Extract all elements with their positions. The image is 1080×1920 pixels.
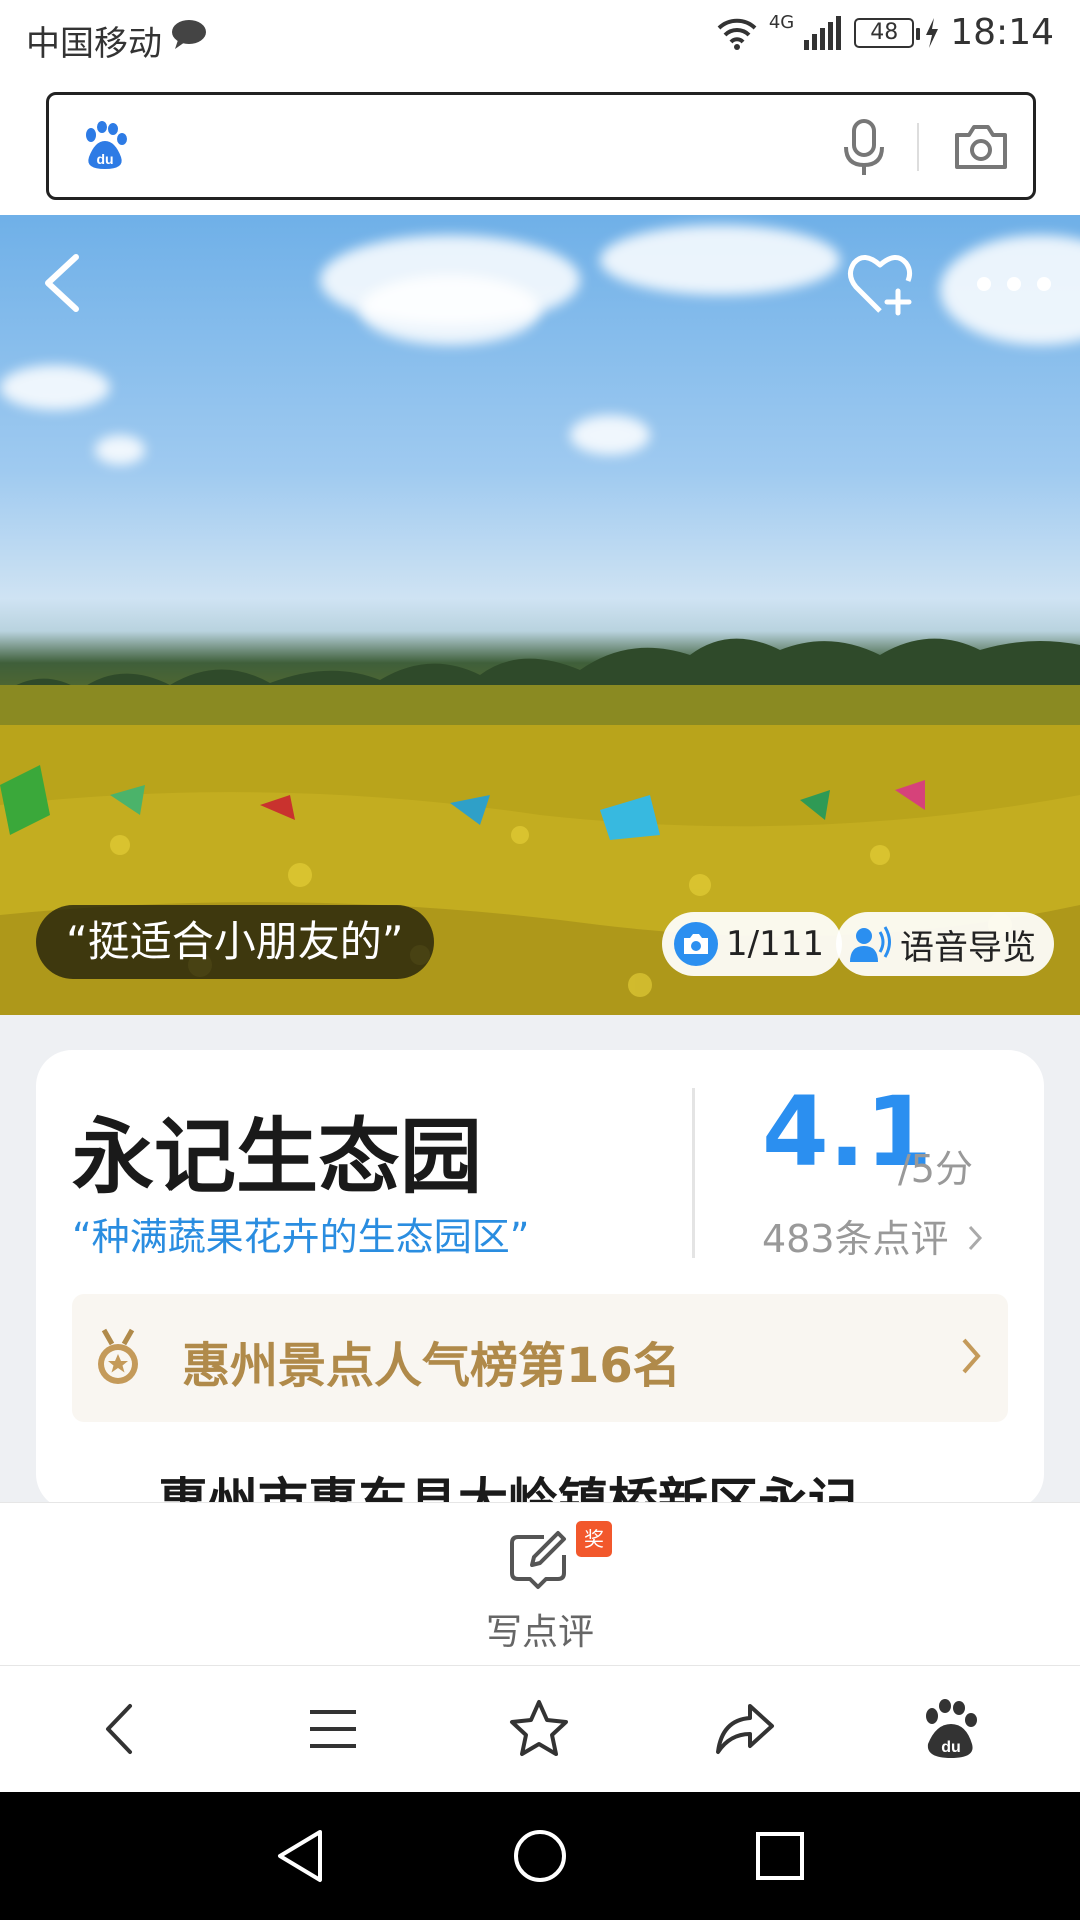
signal-strength-icon: [804, 15, 842, 50]
heart-plus-icon[interactable]: [846, 251, 918, 319]
audio-guide-icon: [850, 926, 891, 962]
cloud-shape: [95, 435, 145, 465]
hero-photo[interactable]: “挺适合小朋友的” 1/111 语音导览: [0, 215, 1080, 1015]
battery-level: 48: [870, 20, 899, 45]
cloud-shape: [600, 225, 840, 295]
star-favorite-icon[interactable]: [506, 1696, 572, 1762]
photo-counter-button[interactable]: 1/111: [662, 912, 842, 976]
nav-recents-icon[interactable]: [750, 1826, 810, 1886]
review-count-link[interactable]: 483条点评: [762, 1208, 983, 1263]
status-indicators: 4G 48 18:14: [715, 12, 1054, 53]
network-type: 4G: [768, 12, 795, 33]
wifi-icon: [717, 18, 757, 50]
audio-guide-button[interactable]: 语音导览: [836, 912, 1054, 976]
carrier-name: 中国移动: [26, 24, 162, 64]
card-divider: [692, 1088, 695, 1258]
write-review-bar[interactable]: 奖 写点评: [0, 1502, 1080, 1666]
review-quote-badge: “挺适合小朋友的”: [36, 905, 434, 979]
place-tagline: “种满蔬果花卉的生态园区”: [72, 1215, 530, 1259]
nav-back-icon[interactable]: [272, 1826, 332, 1886]
battery-icon: 48: [854, 17, 921, 48]
camera-icon: [674, 922, 718, 966]
medal-icon: [98, 1328, 138, 1384]
ranking-text: 惠州景点人气榜第16名: [182, 1338, 681, 1394]
cloud-shape: [0, 365, 110, 410]
audio-guide-label: 语音导览: [900, 927, 1036, 968]
nav-home-icon[interactable]: [510, 1826, 570, 1886]
camera-icon[interactable]: [953, 123, 1009, 171]
search-bar[interactable]: du: [46, 92, 1036, 200]
write-review-icon: [510, 1531, 566, 1589]
place-title: 永记生态园: [72, 1110, 483, 1205]
clock: 18:14: [950, 12, 1054, 53]
baidu-home-icon[interactable]: du: [918, 1696, 984, 1762]
menu-icon[interactable]: [300, 1696, 366, 1762]
photo-counter: 1/111: [726, 924, 824, 964]
system-navigation-bar: [0, 1792, 1080, 1920]
address-row[interactable]: 惠州市惠东县大岭镇桥新区永记: [36, 1450, 1044, 1510]
cloud-shape: [570, 415, 650, 455]
chevron-right-icon: [962, 1338, 981, 1374]
award-badge: 奖: [576, 1521, 612, 1557]
microphone-icon[interactable]: [839, 119, 889, 177]
search-input[interactable]: [149, 115, 809, 179]
search-divider: [917, 123, 919, 171]
more-dots-icon[interactable]: [974, 273, 1054, 295]
baidu-paw-icon: du: [86, 121, 127, 169]
ranking-banner[interactable]: 惠州景点人气榜第16名: [72, 1294, 1008, 1422]
svg-text:du: du: [941, 1739, 961, 1756]
charging-icon: [926, 17, 939, 48]
share-icon[interactable]: [712, 1696, 778, 1762]
rating-unit: /5分: [898, 1147, 973, 1191]
browser-toolbar: du: [0, 1666, 1080, 1792]
chevron-right-icon: [968, 1225, 982, 1251]
back-arrow-icon[interactable]: [40, 253, 84, 313]
cloud-shape: [360, 275, 540, 345]
place-info-card: 永记生态园 “种满蔬果花卉的生态园区” 4.1 /5分 483条点评 惠州景点人…: [36, 1050, 1044, 1510]
write-review-label: 写点评: [485, 1612, 594, 1653]
review-count: 483条点评: [762, 1217, 949, 1261]
svg-text:du: du: [96, 151, 113, 167]
back-icon[interactable]: [88, 1696, 154, 1762]
message-notification-icon: [172, 20, 206, 49]
status-bar: 中国移动 4G 48 18:14: [0, 0, 1080, 76]
